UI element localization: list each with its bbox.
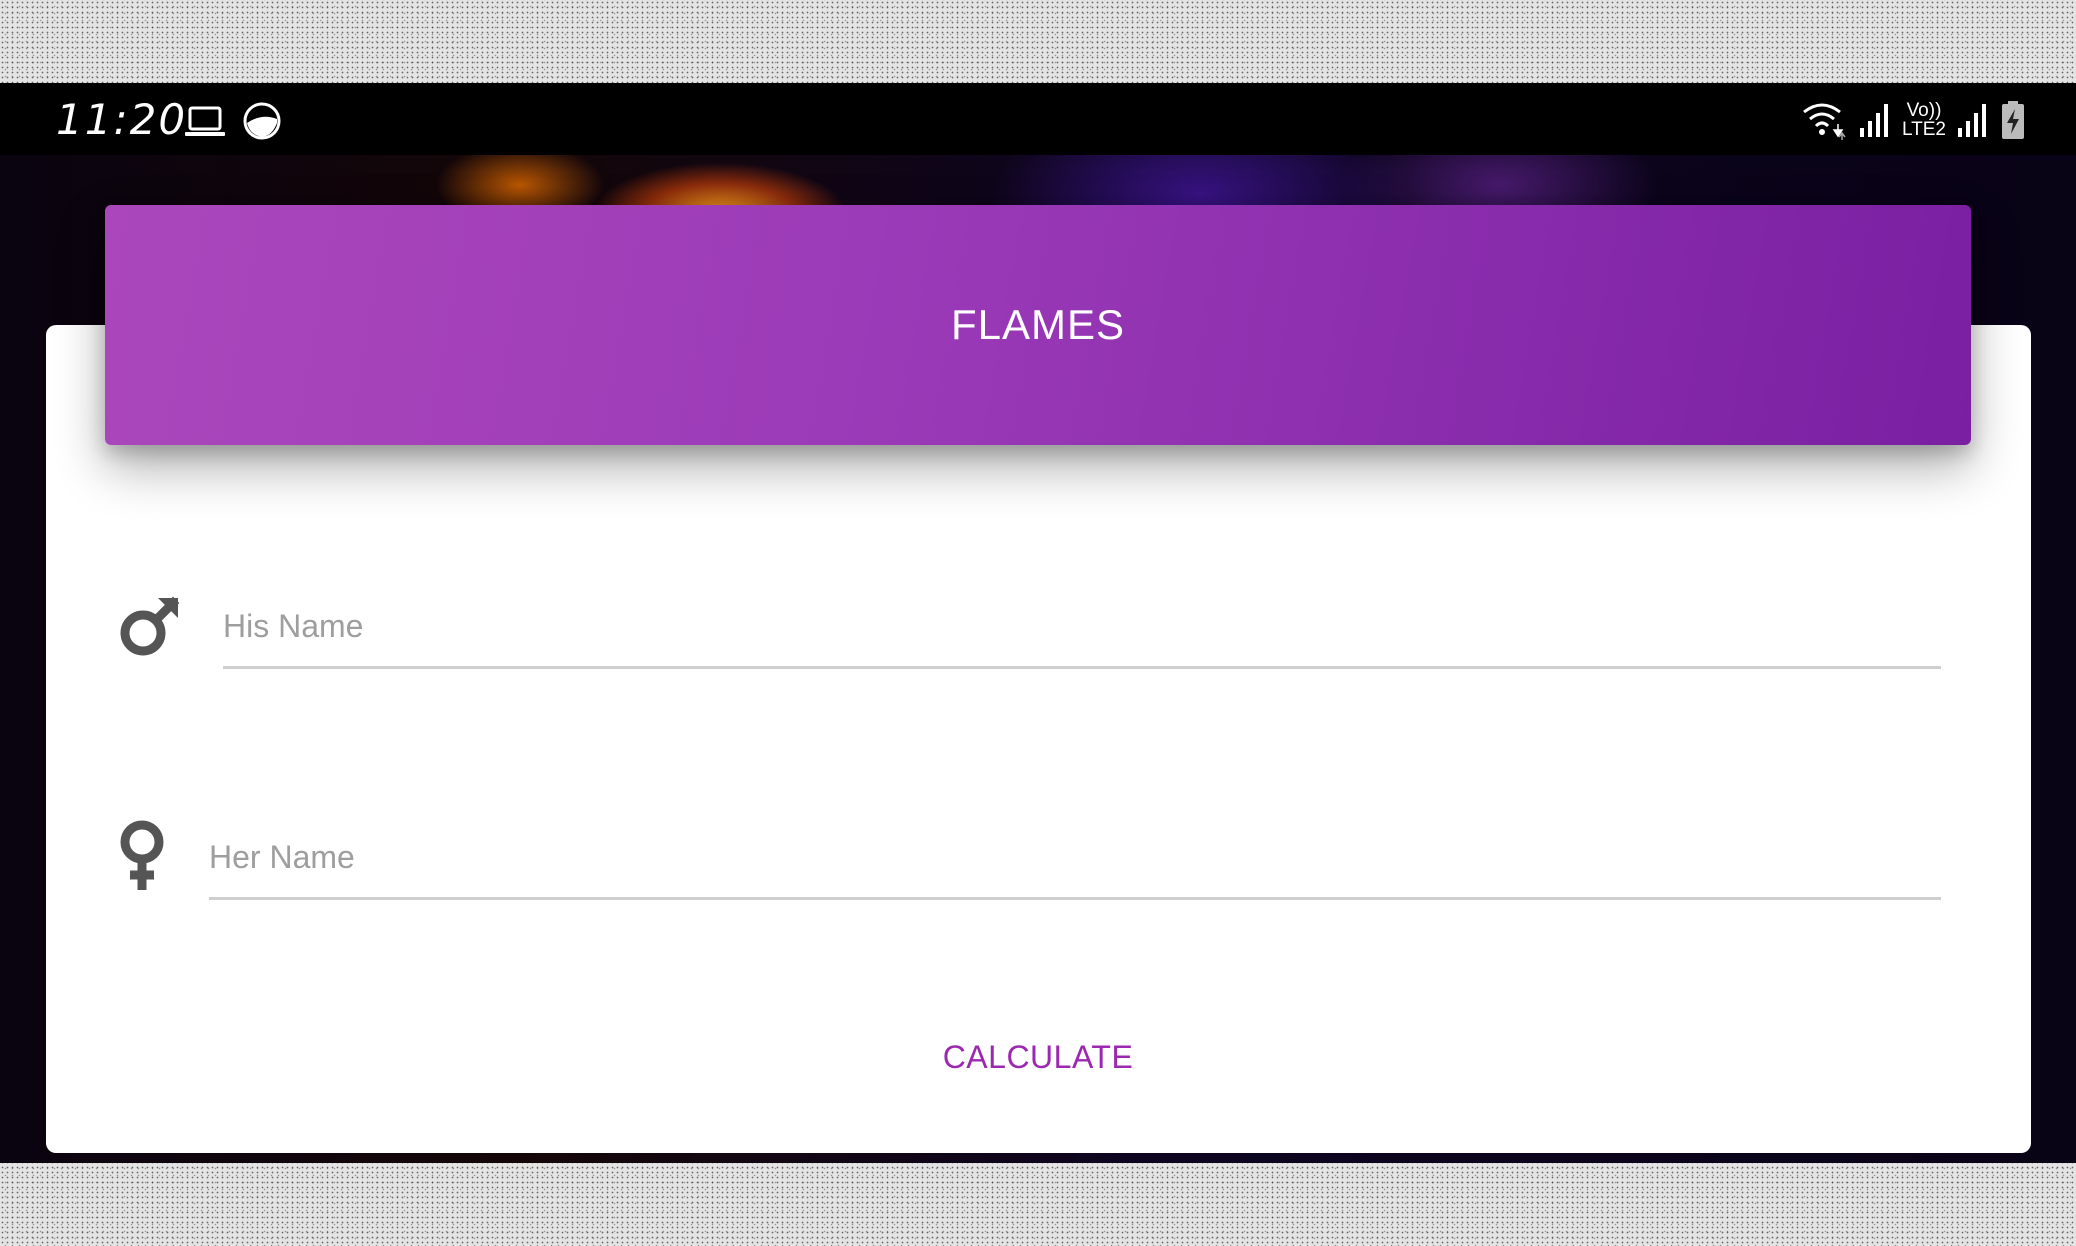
status-icons: Vo)) LTE2: [1800, 97, 2026, 143]
status-bar: 11:20 Vo)) LTE2: [0, 83, 2076, 155]
calculate-button[interactable]: CALCULATE: [900, 1022, 1176, 1092]
his-name-input[interactable]: [223, 604, 1941, 669]
laptop-icon: [185, 106, 225, 136]
female-symbol-icon: [120, 820, 164, 890]
her-name-input[interactable]: [209, 835, 1941, 900]
app-header: FLAMES: [105, 205, 1971, 445]
signal-icon: [1958, 104, 1986, 137]
battery-charging-icon: [2002, 101, 2024, 139]
male-symbol-icon: [120, 596, 180, 656]
status-time: 11:20: [56, 95, 188, 144]
network-type-label: Vo)) LTE2: [1901, 100, 1946, 140]
app-icon: [243, 102, 281, 140]
page-title: FLAMES: [950, 301, 1126, 348]
signal-icon: [1859, 104, 1888, 137]
wifi-icon: [1803, 103, 1846, 140]
